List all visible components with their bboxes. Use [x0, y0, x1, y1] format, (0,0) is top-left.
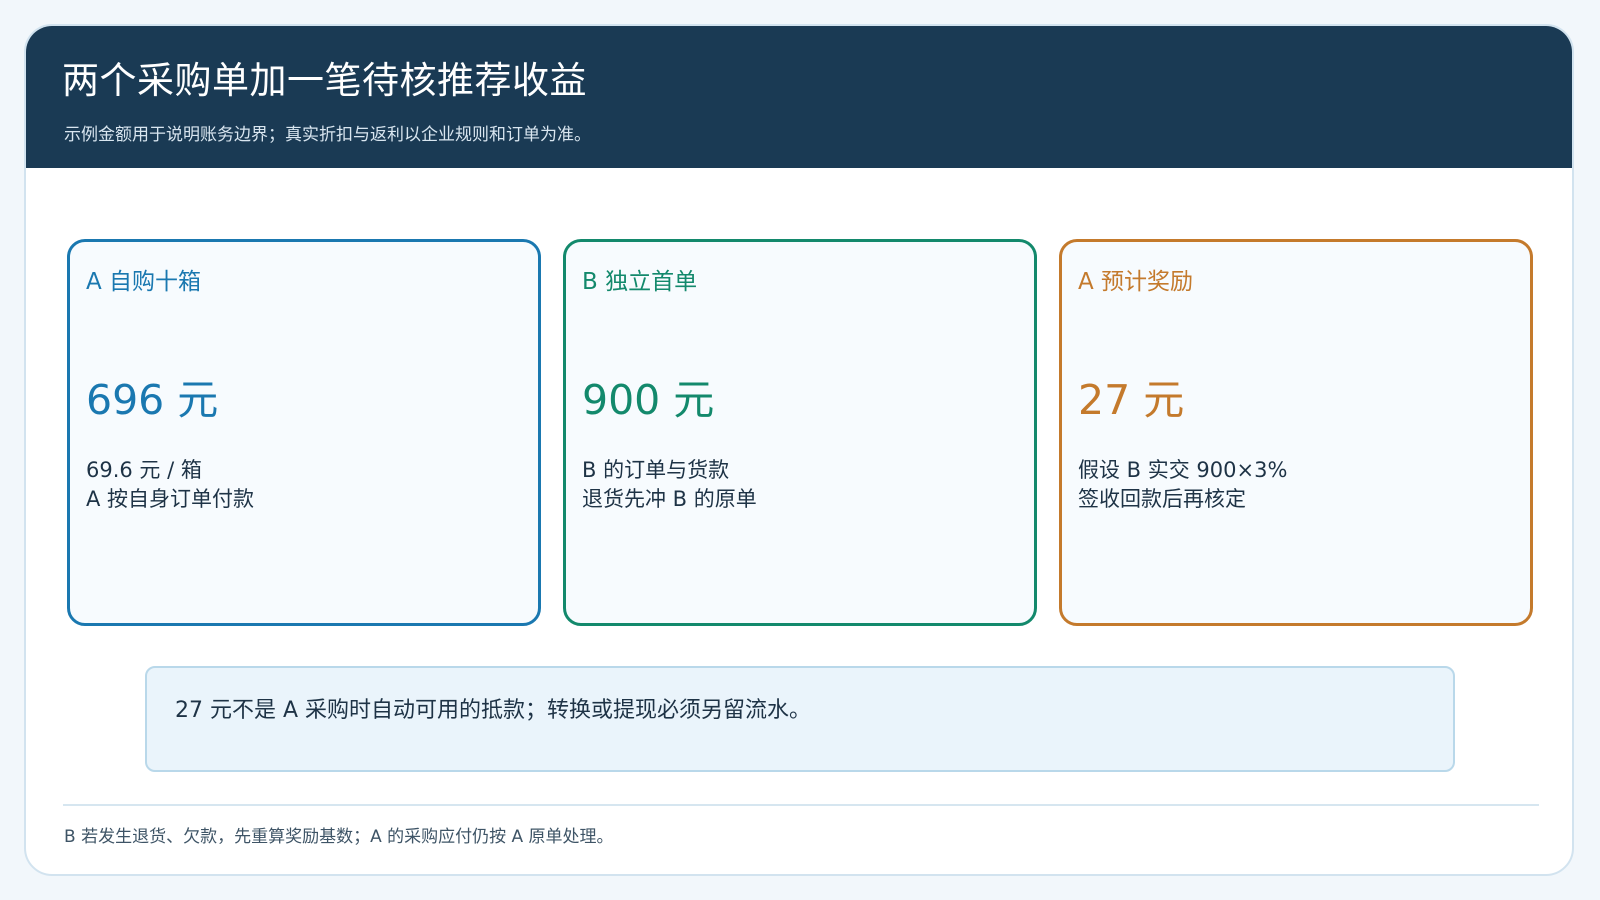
notice-text: 27 元不是 A 采购时自动可用的抵款；转换或提现必须另留流水。 [175, 698, 812, 723]
card-amount: 27 元 [1078, 376, 1185, 424]
card-amount: 696 元 [86, 376, 219, 424]
footer-note: B 若发生退货、欠款，先重算奖励基数；A 的采购应付仍按 A 原单处理。 [64, 827, 614, 847]
card-detail-line: 69.6 元 / 箱 [86, 458, 202, 482]
card-label: B 独立首单 [582, 269, 698, 295]
card-label: A 自购十箱 [86, 269, 202, 295]
page-subtitle: 示例金额用于说明账务边界；真实折扣与返利以企业规则和订单为准。 [64, 125, 591, 145]
card-detail-line: 签收回款后再核定 [1078, 487, 1246, 511]
card-amount: 900 元 [582, 376, 715, 424]
card-detail-line: 退货先冲 B 的原单 [582, 487, 757, 511]
card-detail-line: 假设 B 实交 900×3% [1078, 458, 1288, 482]
panel-frame: 两个采购单加一笔待核推荐收益 示例金额用于说明账务边界；真实折扣与返利以企业规则… [24, 24, 1574, 876]
notice-box: 27 元不是 A 采购时自动可用的抵款；转换或提现必须另留流水。 [145, 666, 1455, 772]
card-b-first-order: B 独立首单 900 元 B 的订单与货款 退货先冲 B 的原单 [563, 239, 1037, 626]
card-detail-line: A 按自身订单付款 [86, 487, 255, 511]
card-label: A 预计奖励 [1078, 269, 1194, 295]
card-detail-line: B 的订单与货款 [582, 458, 730, 482]
card-a-self-purchase: A 自购十箱 696 元 69.6 元 / 箱 A 按自身订单付款 [67, 239, 541, 626]
page-title: 两个采购单加一笔待核推荐收益 [62, 59, 587, 102]
header-banner: 两个采购单加一笔待核推荐收益 示例金额用于说明账务边界；真实折扣与返利以企业规则… [26, 26, 1572, 168]
footer-divider [63, 804, 1539, 806]
card-a-expected-reward: A 预计奖励 27 元 假设 B 实交 900×3% 签收回款后再核定 [1059, 239, 1533, 626]
